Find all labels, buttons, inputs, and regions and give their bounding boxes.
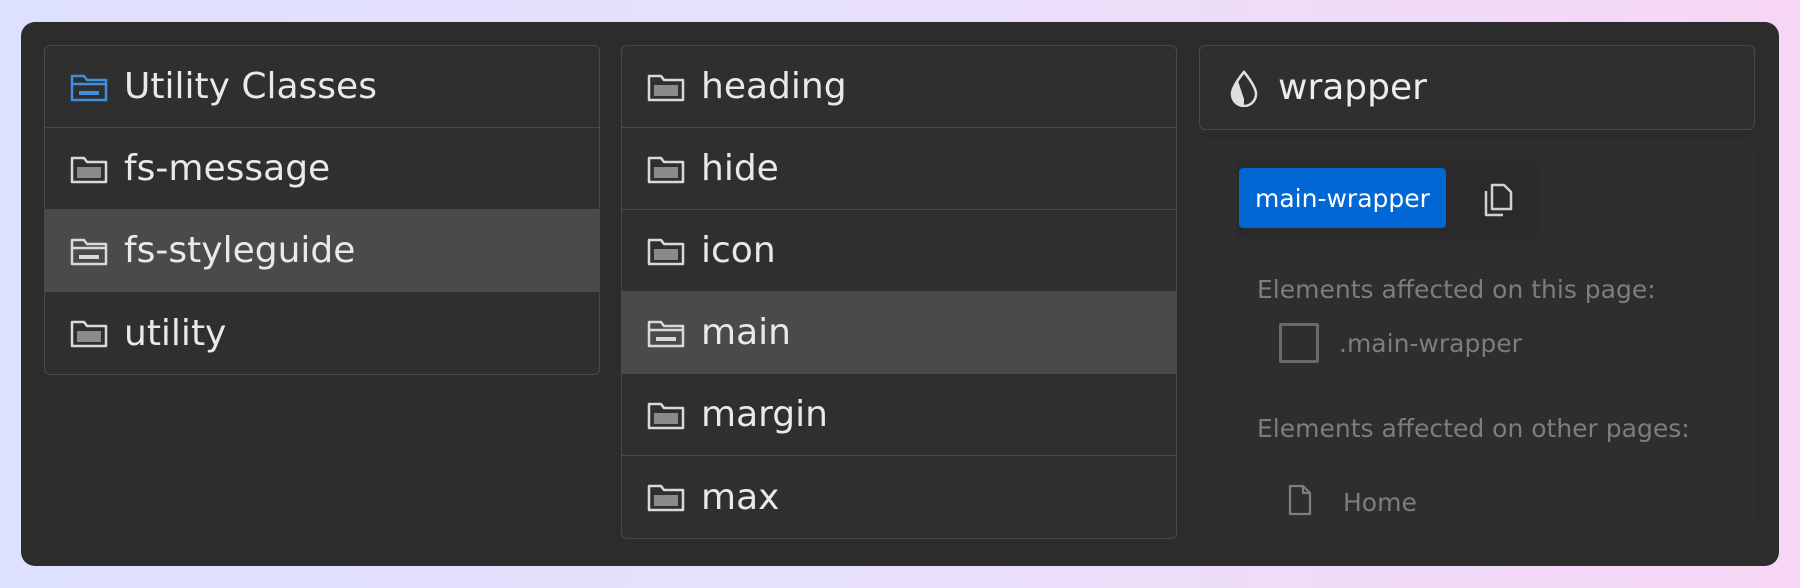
folder-label: icon	[701, 230, 776, 271]
folder-open-icon	[70, 236, 108, 266]
folder-label: margin	[701, 394, 828, 435]
folder-label: utility	[124, 312, 227, 354]
folder-row-heading[interactable]: heading	[622, 46, 1176, 128]
folder-label: hide	[701, 148, 779, 189]
class-title: wrapper	[1278, 67, 1427, 108]
folder-list-middle: heading hide icon main margin max	[621, 45, 1177, 539]
other-page-link[interactable]: Home	[1287, 484, 1417, 520]
this-page-label: Elements affected on this page:	[1257, 275, 1656, 304]
droplet-icon	[1228, 69, 1260, 107]
page-name: Home	[1343, 487, 1417, 517]
element-checkbox[interactable]	[1279, 323, 1319, 363]
copy-icon[interactable]	[1481, 182, 1515, 218]
folder-icon	[647, 400, 685, 430]
folder-label: fs-message	[124, 148, 331, 189]
folder-row-margin[interactable]: margin	[622, 374, 1176, 456]
folder-row-utility[interactable]: utility	[45, 292, 599, 374]
class-chip-group: main-wrapper	[1237, 161, 1539, 239]
folder-row-main[interactable]: main	[622, 292, 1176, 374]
folder-open-icon	[70, 72, 108, 102]
folder-label: max	[701, 476, 780, 518]
class-chip[interactable]: main-wrapper	[1239, 168, 1446, 228]
folder-icon	[647, 154, 685, 184]
element-selector: .main-wrapper	[1339, 328, 1522, 358]
class-detail-header[interactable]: wrapper	[1199, 45, 1755, 130]
page-icon	[1287, 484, 1313, 520]
class-detail: wrapper main-wrapper Elements affected o…	[1199, 45, 1755, 525]
folder-icon	[70, 154, 108, 184]
folder-label: main	[701, 312, 791, 353]
folder-row-fs-message[interactable]: fs-message	[45, 128, 599, 210]
folder-row-utility-classes[interactable]: Utility Classes	[45, 46, 599, 128]
folder-label: Utility Classes	[124, 66, 377, 107]
class-manager-panel: Utility Classes fs-message fs-styleguide	[21, 22, 1779, 566]
folder-row-hide[interactable]: hide	[622, 128, 1176, 210]
this-page-element: .main-wrapper	[1279, 323, 1522, 363]
folder-list-left: Utility Classes fs-message fs-styleguide	[44, 45, 600, 375]
folder-row-fs-styleguide[interactable]: fs-styleguide	[45, 210, 599, 292]
class-usage-panel: main-wrapper Elements affected on this p…	[1199, 140, 1755, 525]
folder-icon	[647, 72, 685, 102]
other-pages-label: Elements affected on other pages:	[1257, 414, 1690, 443]
folder-label: heading	[701, 66, 847, 107]
folder-icon	[70, 318, 108, 348]
folder-open-icon	[647, 318, 685, 348]
folder-icon	[647, 236, 685, 266]
folder-row-max[interactable]: max	[622, 456, 1176, 538]
folder-label: fs-styleguide	[124, 230, 356, 271]
folder-icon	[647, 482, 685, 512]
folder-row-icon[interactable]: icon	[622, 210, 1176, 292]
